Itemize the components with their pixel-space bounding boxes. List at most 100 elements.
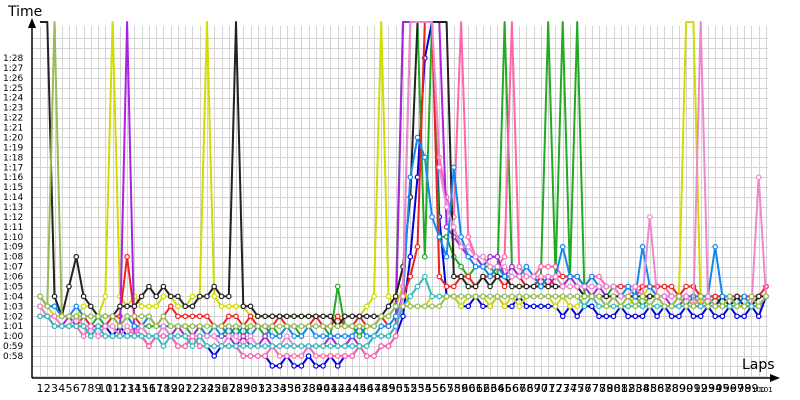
data-point bbox=[196, 313, 203, 320]
data-point bbox=[196, 333, 203, 339]
data-point bbox=[538, 283, 544, 290]
data-point bbox=[356, 343, 363, 349]
data-point bbox=[465, 283, 472, 290]
data-point bbox=[363, 313, 370, 320]
data-point bbox=[226, 313, 232, 320]
data-point bbox=[327, 323, 334, 330]
data-point bbox=[247, 303, 254, 310]
data-point bbox=[291, 353, 297, 359]
data-point bbox=[516, 273, 523, 280]
data-point bbox=[646, 303, 653, 310]
data-point bbox=[298, 323, 305, 330]
data-point bbox=[269, 323, 276, 330]
data-point bbox=[567, 273, 573, 280]
data-point bbox=[654, 293, 660, 300]
data-point bbox=[291, 323, 297, 330]
data-point bbox=[378, 343, 385, 349]
y-tick-label: 1:26 bbox=[3, 74, 23, 84]
data-point bbox=[494, 273, 501, 280]
data-point bbox=[80, 303, 87, 310]
data-point bbox=[146, 283, 152, 290]
y-tick-label: 1:22 bbox=[3, 114, 23, 124]
data-point bbox=[450, 164, 457, 171]
data-point bbox=[363, 323, 370, 330]
data-point bbox=[538, 293, 544, 300]
data-point bbox=[683, 283, 689, 290]
data-point bbox=[182, 343, 189, 349]
y-tick-label: 1:08 bbox=[3, 253, 23, 263]
data-point bbox=[755, 313, 762, 320]
data-point bbox=[596, 283, 602, 290]
data-point bbox=[37, 293, 43, 300]
data-point bbox=[240, 323, 247, 330]
data-point bbox=[262, 353, 268, 359]
data-point bbox=[131, 313, 138, 320]
data-point bbox=[421, 154, 428, 161]
data-point bbox=[545, 283, 552, 290]
data-point bbox=[450, 293, 457, 300]
data-point bbox=[646, 283, 653, 290]
data-point bbox=[480, 273, 486, 280]
y-tick-label: 1:10 bbox=[3, 233, 23, 243]
data-point bbox=[407, 253, 414, 260]
data-point bbox=[269, 343, 276, 349]
data-point bbox=[712, 243, 719, 250]
data-point bbox=[421, 303, 428, 310]
data-point bbox=[233, 303, 239, 310]
data-point bbox=[175, 313, 181, 320]
y-tick-label: 1:19 bbox=[3, 143, 23, 153]
y-tick-label: 1:11 bbox=[3, 223, 23, 233]
data-point bbox=[167, 333, 174, 339]
data-point bbox=[226, 333, 232, 339]
data-point bbox=[378, 313, 385, 320]
data-point bbox=[559, 293, 566, 300]
x-tick-label: 101 bbox=[759, 386, 772, 394]
data-point bbox=[254, 313, 261, 320]
data-point bbox=[189, 303, 196, 310]
data-point bbox=[153, 333, 160, 339]
y-tick-label: 1:02 bbox=[3, 312, 23, 322]
data-point bbox=[559, 313, 566, 320]
data-point bbox=[102, 323, 109, 330]
data-point bbox=[363, 353, 370, 359]
data-point bbox=[443, 253, 450, 260]
data-point bbox=[305, 313, 312, 320]
data-point bbox=[610, 293, 617, 300]
data-point bbox=[465, 253, 472, 260]
y-tick-label: 1:23 bbox=[3, 104, 23, 114]
data-point bbox=[748, 293, 755, 300]
data-point bbox=[291, 343, 297, 349]
data-point bbox=[283, 343, 290, 349]
data-point bbox=[160, 313, 167, 320]
data-point bbox=[305, 323, 312, 330]
data-point bbox=[450, 224, 457, 230]
data-point bbox=[153, 293, 160, 300]
data-point bbox=[465, 273, 472, 280]
data-point bbox=[436, 234, 443, 240]
data-point bbox=[603, 313, 610, 320]
data-point bbox=[240, 353, 247, 359]
data-point bbox=[581, 303, 588, 310]
data-point bbox=[80, 323, 87, 330]
data-point bbox=[450, 283, 457, 290]
data-point bbox=[254, 343, 261, 349]
data-point bbox=[480, 293, 486, 300]
data-point bbox=[530, 303, 537, 310]
data-point bbox=[559, 283, 566, 290]
data-point bbox=[80, 293, 87, 300]
data-point bbox=[153, 323, 160, 330]
data-point bbox=[705, 293, 711, 300]
data-point bbox=[552, 303, 559, 310]
data-point bbox=[124, 253, 130, 260]
data-point bbox=[588, 303, 595, 310]
data-point bbox=[109, 313, 116, 320]
data-point bbox=[414, 134, 421, 141]
data-point bbox=[530, 293, 537, 300]
data-point bbox=[661, 303, 668, 310]
data-point bbox=[458, 303, 464, 310]
data-point bbox=[196, 343, 203, 349]
data-point bbox=[167, 323, 174, 330]
data-point bbox=[639, 313, 646, 320]
data-point bbox=[755, 303, 762, 310]
data-point bbox=[182, 333, 189, 339]
